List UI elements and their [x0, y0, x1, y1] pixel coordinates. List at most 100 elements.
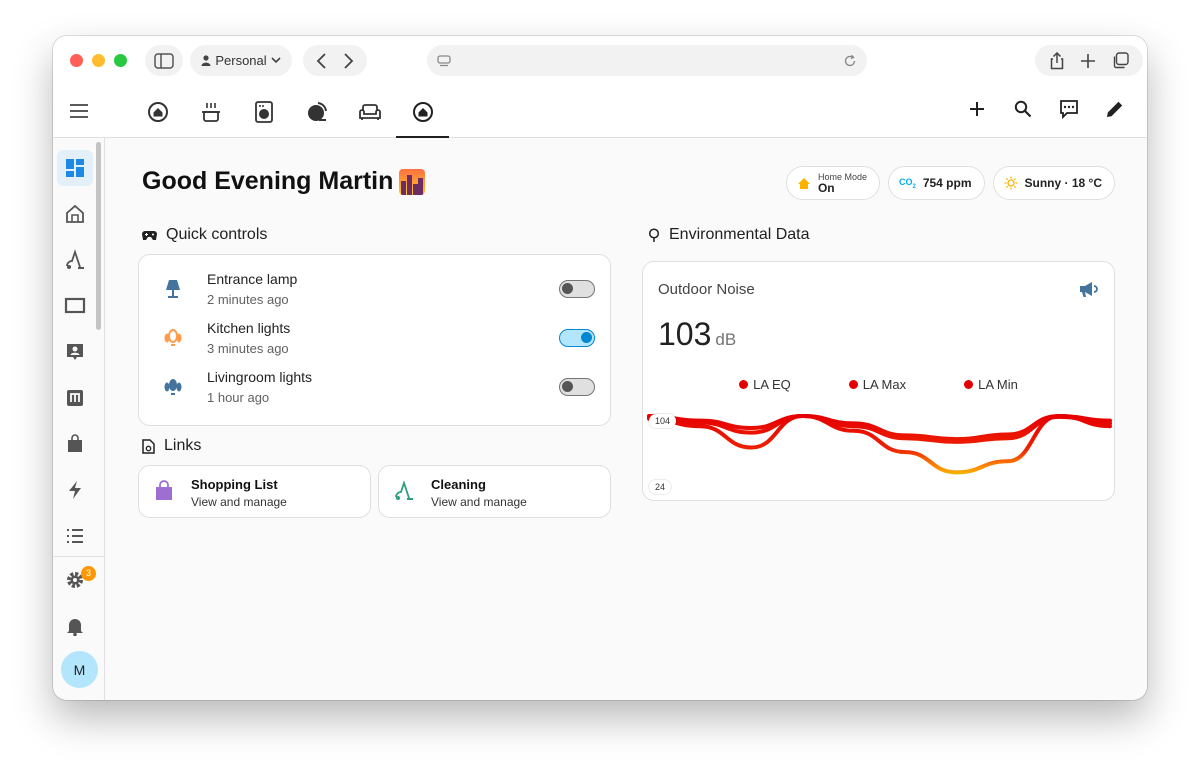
header-actions — [965, 97, 1127, 121]
legend-label: LA Max — [862, 377, 907, 392]
search-button[interactable] — [1011, 97, 1035, 121]
profile-button[interactable]: Personal — [190, 45, 292, 76]
sidebar-item-overview[interactable] — [57, 150, 93, 186]
livingroom-lights-toggle[interactable] — [559, 378, 595, 396]
greeting-text: Good Evening Martin — [142, 167, 394, 195]
browser-actions — [1035, 45, 1143, 76]
plus-icon — [970, 102, 984, 116]
livingroom-lights-name: Livingroom lights — [207, 369, 313, 385]
comment-icon — [1060, 100, 1078, 119]
outdoor-noise-title: Outdoor Noise — [658, 281, 755, 298]
cleaning-link[interactable]: Cleaning View and manage — [378, 465, 611, 518]
user-avatar[interactable]: M — [61, 651, 98, 688]
link-icon — [142, 438, 155, 454]
vacuum-icon — [66, 249, 84, 269]
shopping-list-link[interactable]: Shopping List View and manage — [138, 465, 371, 518]
tab-home[interactable] — [131, 85, 184, 138]
outdoor-noise-reading: 103 dB — [658, 316, 736, 353]
tab-overview[interactable] — [396, 85, 449, 138]
co2-chip[interactable]: CO2 754 ppm — [887, 166, 985, 200]
sidebar-toggle-button[interactable] — [145, 45, 183, 76]
weather-chip[interactable]: Sunny · 18 °C — [992, 166, 1115, 200]
cleaning-subtitle: View and manage — [431, 495, 527, 509]
sidebar-item-energy[interactable] — [57, 472, 93, 508]
sidebar-divider — [53, 556, 105, 557]
settings-notification-badge: 3 — [81, 566, 96, 581]
address-bar[interactable] — [427, 45, 867, 76]
legend-item[interactable]: LA Min — [964, 377, 1018, 392]
environmental-data-title: Environmental Data — [669, 226, 810, 243]
browser-window: Personal 3 M Good Evening Martin Home Mo… — [53, 36, 1147, 700]
livingroom-lights-last-changed: 1 hour ago — [207, 390, 270, 405]
sofa-icon — [358, 103, 381, 120]
menu-button[interactable] — [67, 99, 91, 123]
legend-label: LA EQ — [753, 377, 791, 392]
links-title: Links — [164, 437, 202, 454]
entrance-lamp-row[interactable]: Entrance lamp 2 minutes ago — [139, 265, 610, 314]
assist-button[interactable] — [1057, 97, 1081, 121]
profile-label: Personal — [215, 53, 267, 68]
sidebar-item-media[interactable] — [57, 288, 93, 324]
legend-item[interactable]: LA Max — [848, 377, 907, 392]
new-tab-icon[interactable] — [1081, 53, 1096, 68]
format-list-icon — [67, 529, 83, 543]
shopping-list-subtitle: View and manage — [191, 495, 287, 509]
entrance-lamp-toggle[interactable] — [559, 280, 595, 298]
home-circle-icon — [412, 101, 433, 122]
back-icon[interactable] — [316, 52, 328, 69]
home-icon — [797, 177, 810, 189]
livingroom-lights-row[interactable]: Livingroom lights 1 hour ago — [139, 363, 610, 412]
browser-toolbar: Personal — [53, 36, 1147, 85]
shopping-bag-icon — [153, 480, 177, 504]
y-max-tick: 104 — [649, 414, 677, 428]
zoom-window-button[interactable] — [114, 54, 127, 67]
tab-overview-icon[interactable] — [1112, 52, 1129, 69]
sidebar-item-map[interactable] — [57, 380, 93, 416]
add-button[interactable] — [965, 97, 989, 121]
kitchen-lights-row[interactable]: Kitchen lights 3 minutes ago — [139, 314, 610, 363]
tab-laundry[interactable] — [237, 85, 290, 138]
sidebar-item-areas[interactable] — [57, 196, 93, 232]
chart-legend: LA EQ LA Max LA Min — [643, 377, 1114, 392]
home-mode-chip[interactable]: Home Mode On — [785, 166, 880, 200]
lamp-icon — [161, 277, 185, 301]
legend-item[interactable]: LA EQ — [739, 377, 791, 392]
app-header — [53, 85, 1147, 138]
chevron-down-icon — [271, 57, 281, 64]
tab-office[interactable] — [290, 85, 343, 138]
ceiling-lights-icon — [161, 326, 185, 350]
edit-dashboard-button[interactable] — [1103, 97, 1127, 121]
outdoor-noise-card[interactable]: Outdoor Noise 103 dB LA EQ LA Max LA Min 1… — [642, 261, 1115, 501]
kitchen-lights-toggle[interactable] — [559, 329, 595, 347]
m-box-icon — [67, 390, 83, 406]
sidebar-scrollbar[interactable] — [96, 142, 101, 330]
quick-controls-heading: Quick controls — [142, 226, 267, 244]
sidebar-item-notifications[interactable] — [57, 608, 93, 644]
sidebar-item-people[interactable] — [57, 334, 93, 370]
share-icon[interactable] — [1049, 51, 1065, 70]
history-nav — [303, 45, 367, 76]
home-mode-value: On — [817, 181, 835, 195]
vacuum-icon — [393, 480, 417, 504]
co2-icon: CO2 — [898, 176, 916, 190]
minimize-window-button[interactable] — [92, 54, 105, 67]
shopping-list-title: Shopping List — [191, 477, 278, 492]
washing-machine-icon — [254, 100, 273, 123]
legend-swatch — [964, 380, 974, 389]
close-window-button[interactable] — [70, 54, 83, 67]
sidebar-item-shopping-list[interactable] — [57, 426, 93, 462]
reload-icon[interactable] — [843, 54, 857, 68]
co2-value: 754 ppm — [922, 176, 972, 190]
outdoor-noise-value: 103 — [658, 316, 712, 352]
page-menu-icon — [437, 54, 451, 66]
tab-living-room[interactable] — [343, 85, 396, 138]
kitchen-lights-name: Kitchen lights — [207, 320, 291, 336]
sidebar: 3 M — [53, 138, 105, 700]
sidebar-item-cleaning[interactable] — [57, 242, 93, 278]
tab-kitchen[interactable] — [184, 85, 237, 138]
dashboard-icon — [66, 159, 84, 177]
sidebar-item-logbook[interactable] — [57, 518, 93, 554]
entrance-lamp-name: Entrance lamp — [207, 271, 298, 287]
forward-icon[interactable] — [342, 52, 354, 69]
pot-steam-icon — [201, 102, 220, 122]
